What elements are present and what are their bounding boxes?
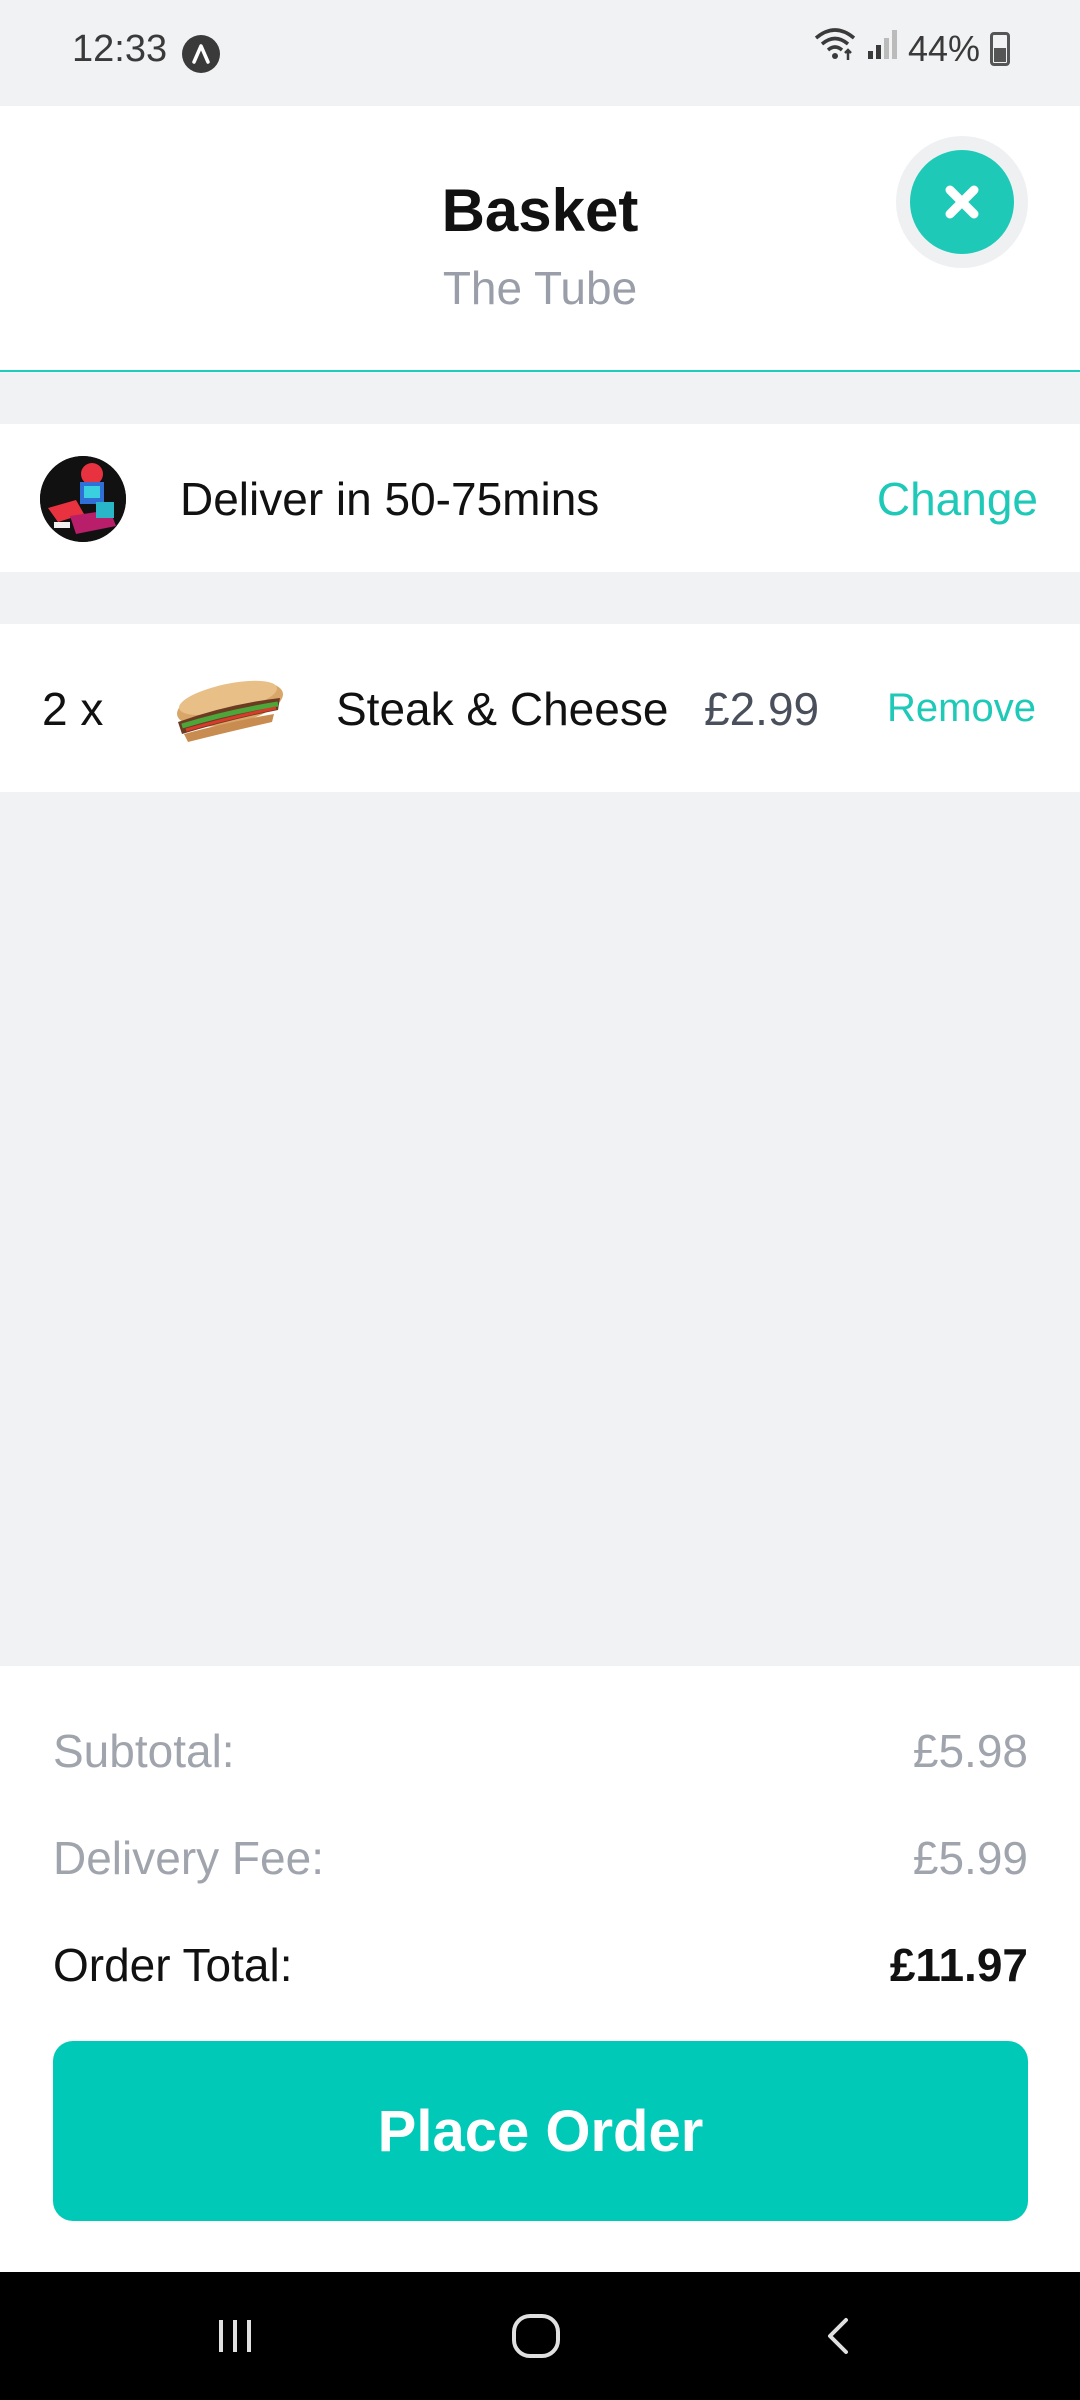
wifi-icon: [812, 26, 858, 71]
order-total-label: Order Total:: [53, 1939, 293, 1991]
back-button[interactable]: [810, 2306, 870, 2366]
recent-apps-button[interactable]: [205, 2306, 265, 2366]
subtotal-row: Subtotal: £5.98: [53, 1724, 1028, 1778]
system-navigation-bar: [0, 2272, 1080, 2400]
item-name: Steak & Cheese: [336, 683, 669, 735]
close-button[interactable]: [910, 150, 1014, 254]
battery-percentage: 44%: [907, 27, 980, 69]
delivery-fee-row: Delivery Fee: £5.99: [53, 1831, 1028, 1885]
basket-header: Basket The Tube: [0, 106, 1080, 372]
subtotal-label: Subtotal:: [53, 1725, 235, 1777]
delivery-fee-value: £5.99: [912, 1832, 1028, 1884]
restaurant-name: The Tube: [442, 262, 638, 314]
item-quantity: 2 x: [42, 683, 104, 735]
remove-item-button[interactable]: Remove: [887, 686, 1036, 731]
change-delivery-link[interactable]: Change: [877, 472, 1038, 526]
signal-icon: [866, 27, 900, 70]
order-total-value: £11.97: [889, 1939, 1028, 1991]
close-button-ring: [896, 136, 1028, 268]
status-time: 12:33: [72, 28, 168, 70]
battery-icon: [990, 31, 1010, 66]
basket-item: 2 x Steak & Cheese £2.99 Remove: [0, 624, 1080, 792]
status-bar: 12:33 44%: [0, 0, 1080, 106]
delivery-estimate: Deliver in 50-75mins: [180, 473, 600, 525]
home-button[interactable]: [506, 2306, 566, 2366]
item-price: £2.99: [704, 683, 820, 735]
back-icon: [828, 2318, 848, 2354]
courier-illustration-icon: [40, 456, 126, 542]
delivery-time-row: Deliver in 50-75mins Change: [0, 424, 1080, 572]
recent-apps-icon: [219, 2320, 251, 2352]
delivery-fee-label: Delivery Fee:: [53, 1832, 324, 1884]
order-summary: Subtotal: £5.98 Delivery Fee: £5.99 Orde…: [0, 1666, 1080, 2272]
subtotal-value: £5.98: [912, 1725, 1028, 1777]
order-total-row: Order Total: £11.97: [53, 1938, 1028, 1992]
status-indicators: 44%: [812, 26, 1010, 71]
sandwich-image: [168, 664, 288, 754]
close-icon: [945, 185, 979, 219]
app-notification-icon: [182, 35, 220, 73]
home-icon: [512, 2314, 560, 2358]
place-order-button[interactable]: Place Order: [53, 2041, 1028, 2221]
